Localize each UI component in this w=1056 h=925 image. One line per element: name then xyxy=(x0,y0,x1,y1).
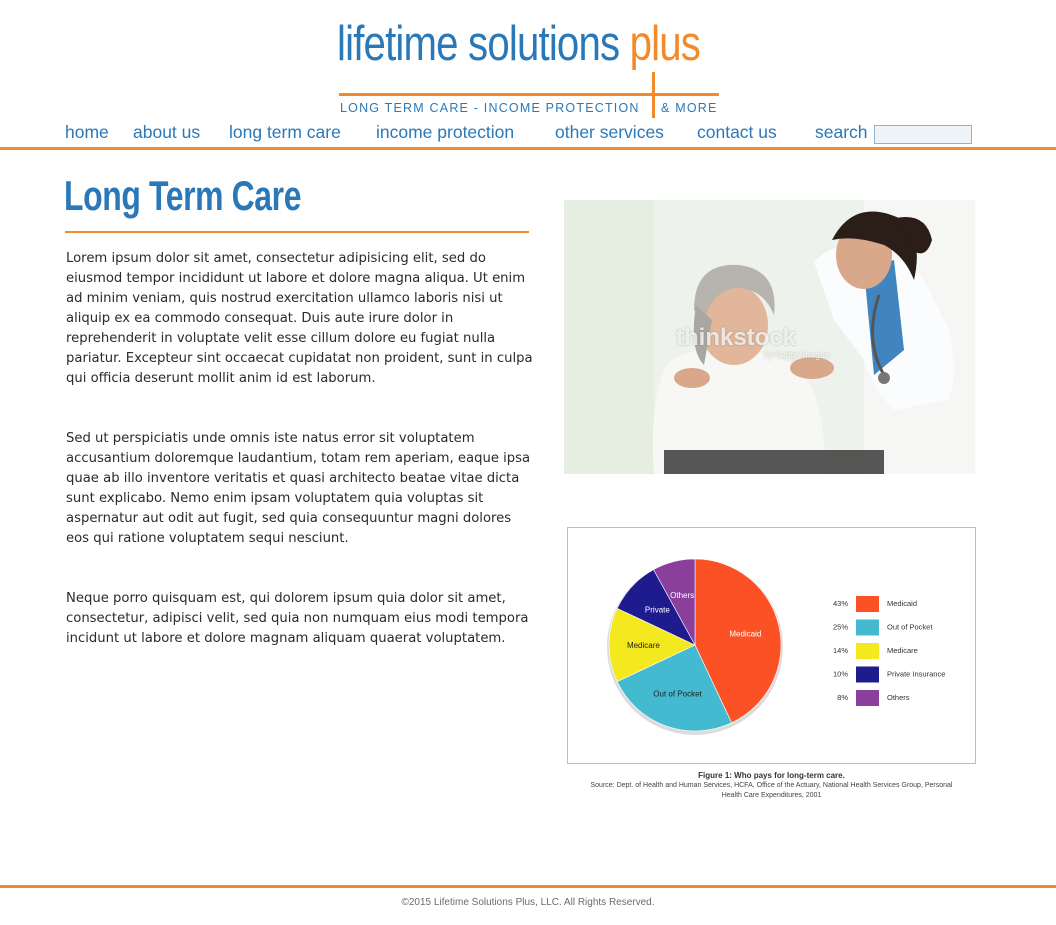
chart-caption-source: Source: Dept. of Health and Human Servic… xyxy=(590,782,953,799)
legend-percent: 25% xyxy=(833,623,848,632)
legend-swatch xyxy=(856,690,879,706)
pie-slice-label: Medicaid xyxy=(729,630,761,639)
watermark-logo: thinkstock xyxy=(676,324,797,351)
logo-word-plus: plus xyxy=(629,17,701,71)
nav-income-protection[interactable]: income protection xyxy=(376,122,514,143)
title-underline xyxy=(65,231,529,233)
legend-label: Others xyxy=(887,693,910,702)
logo-wordmark: lifetime solutions plus xyxy=(337,14,701,74)
nav-contact-us[interactable]: contact us xyxy=(697,122,777,143)
body-paragraph-3: Neque porro quisquam est, qui dolorem ip… xyxy=(66,591,529,646)
nav-other-services[interactable]: other services xyxy=(555,122,664,143)
pie-chart-svg: MedicaidOut of PocketMedicarePrivateOthe… xyxy=(607,558,945,735)
legend-percent: 43% xyxy=(833,599,848,608)
footer-divider xyxy=(0,885,1056,888)
watermark-subtext: by Getty Images xyxy=(764,350,830,360)
logo-underline-right xyxy=(653,93,719,96)
legend-label: Out of Pocket xyxy=(887,623,933,632)
logo-tagline-suffix: & MORE xyxy=(661,101,718,115)
search-input[interactable] xyxy=(874,125,972,144)
pie-slice-label: Out of Pocket xyxy=(653,690,702,699)
caregiver-photo: thinkstock by Getty Images xyxy=(564,200,975,474)
logo-underline xyxy=(339,93,653,96)
legend-swatch xyxy=(856,619,879,636)
main-nav: home about us long term care income prot… xyxy=(0,122,1056,148)
chart-caption-title: Figure 1: Who pays for long-term care. xyxy=(698,771,845,780)
legend-swatch xyxy=(856,666,879,683)
legend-percent: 10% xyxy=(833,670,848,679)
nav-long-term-care[interactable]: long term care xyxy=(229,122,341,143)
header-divider xyxy=(0,147,1056,150)
chart-caption: Figure 1: Who pays for long-term care. S… xyxy=(567,770,976,801)
pie-chart: Medicaid Out of Pocket Medicare Private Othe… xyxy=(567,527,976,764)
nav-home[interactable]: home xyxy=(65,122,109,143)
logo-word-lifetime-solutions: lifetime solutions xyxy=(337,17,630,71)
search-label: search xyxy=(815,122,868,142)
body-paragraph-2: Sed ut perspiciatis unde omnis iste natu… xyxy=(66,431,531,546)
footer-copyright: ©2015 Lifetime Solutions Plus, LLC. All … xyxy=(401,897,655,908)
legend-label: Medicaid xyxy=(887,599,917,608)
nav-about-us[interactable]: about us xyxy=(133,122,200,143)
pie-slice-label: Others xyxy=(670,591,694,600)
legend-label: Private Insurance xyxy=(887,670,945,679)
legend-swatch xyxy=(856,596,879,612)
legend-percent: 14% xyxy=(833,646,848,655)
site-logo[interactable]: lifetime solutions plus LONG TERM CARE -… xyxy=(337,14,720,118)
legend-swatch xyxy=(856,643,879,659)
pie-slice-label: Medicare xyxy=(627,641,660,650)
logo-tagline: LONG TERM CARE - INCOME PROTECTION xyxy=(340,101,640,115)
legend-percent: 8% xyxy=(837,693,848,702)
pie-slice-label: Private xyxy=(645,606,670,615)
logo-plus-stem xyxy=(652,72,655,118)
legend-label: Medicare xyxy=(887,646,918,655)
body-paragraph-1: Lorem ipsum dolor sit amet, consectetur … xyxy=(66,251,533,386)
page-title: Long Term Care xyxy=(64,172,302,219)
